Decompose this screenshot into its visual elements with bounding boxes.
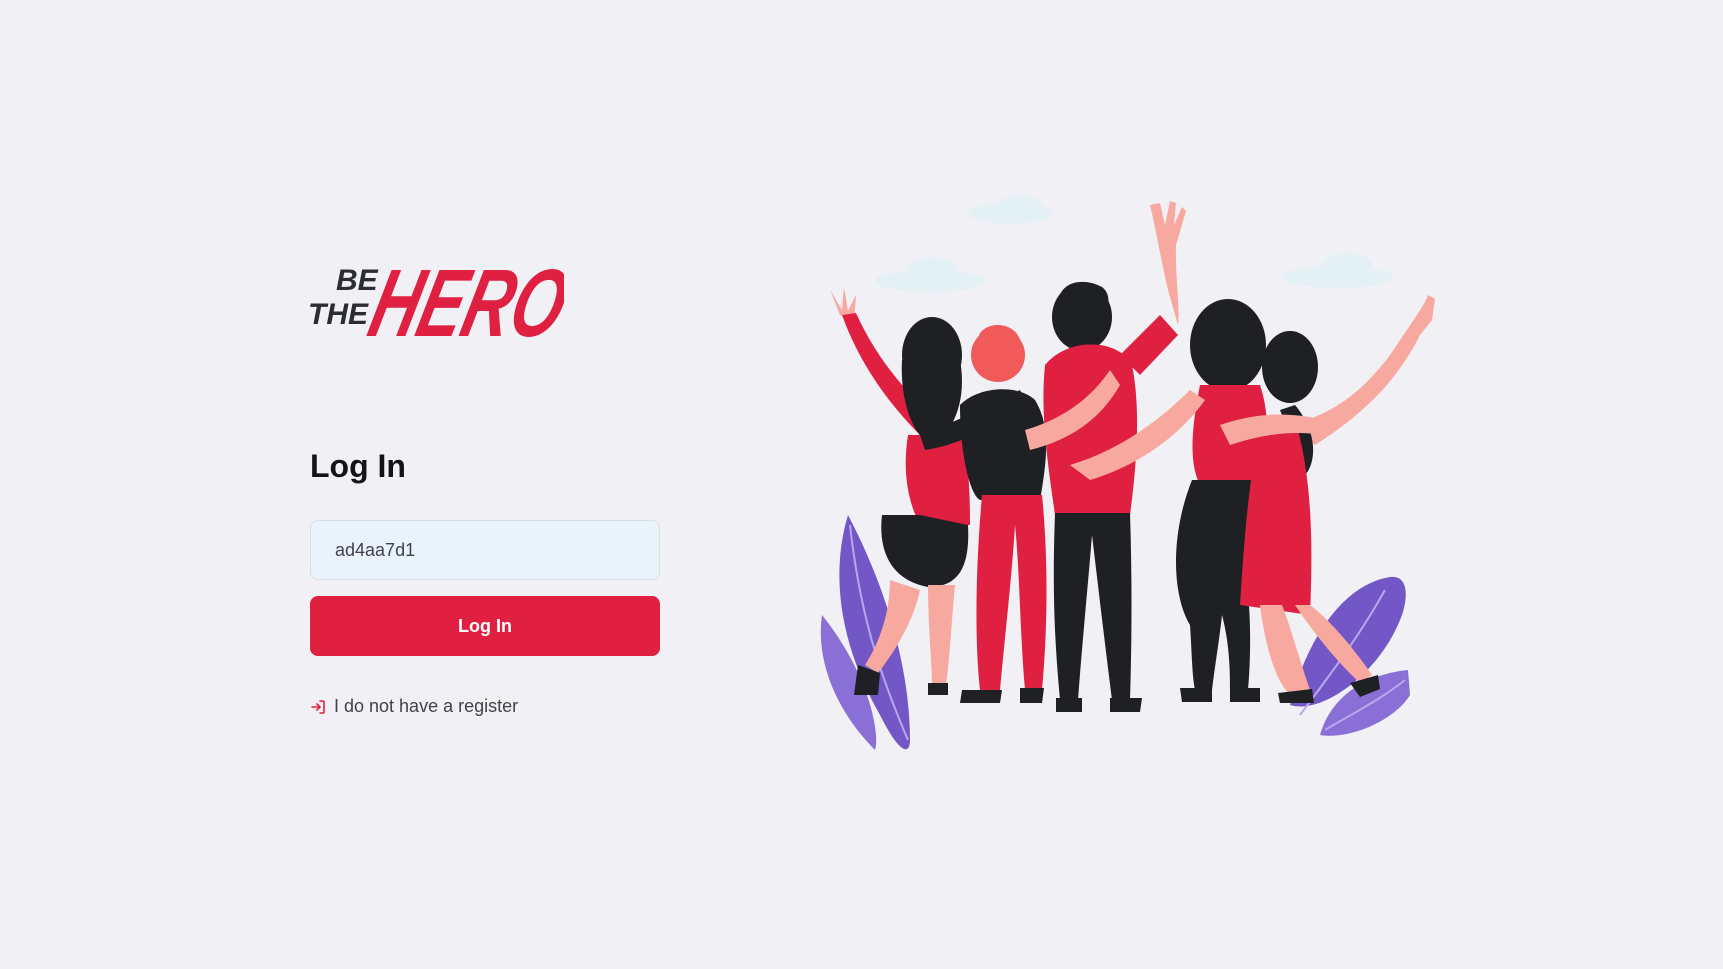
logo-text-the: THE	[308, 298, 369, 331]
register-link[interactable]: I do not have a register	[310, 696, 660, 717]
logo-text-hero: HERO	[360, 249, 564, 356]
ong-id-input[interactable]	[310, 520, 660, 580]
login-button[interactable]: Log In	[310, 596, 660, 656]
cloud-icon	[875, 195, 1393, 292]
log-in-icon	[310, 699, 326, 715]
register-link-label: I do not have a register	[334, 696, 519, 716]
be-the-hero-logo: BE THE HERO	[308, 244, 564, 356]
page-title: Log In	[310, 448, 406, 484]
heroes-group-illustration	[820, 195, 1440, 775]
logo-text-be: BE	[336, 264, 379, 297]
login-form: Log In Log In I do not have a register	[310, 450, 660, 717]
